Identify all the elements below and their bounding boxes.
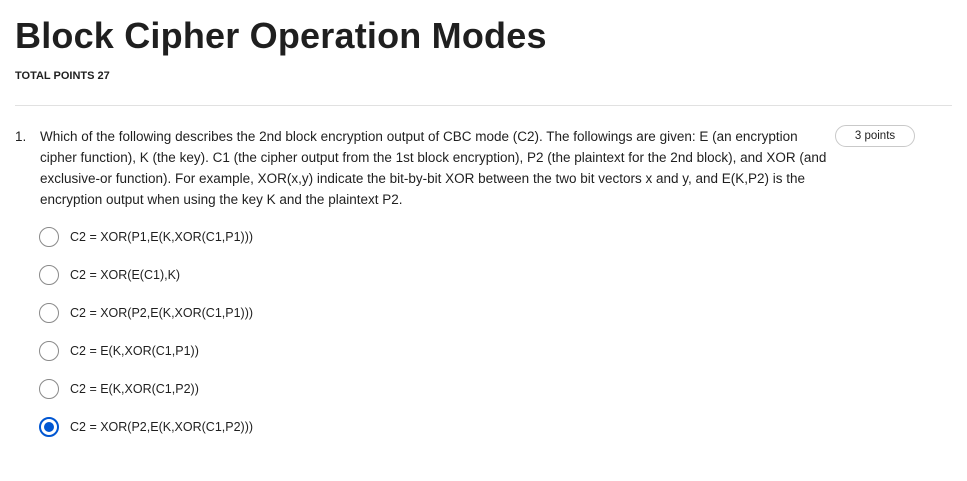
- radio-button[interactable]: [39, 265, 59, 285]
- radio-button[interactable]: [39, 417, 59, 437]
- option-label[interactable]: C2 = XOR(P2,E(K,XOR(C1,P2))): [70, 417, 253, 437]
- radio-button[interactable]: [39, 341, 59, 361]
- radio-button[interactable]: [39, 303, 59, 323]
- option-label[interactable]: C2 = E(K,XOR(C1,P2)): [70, 379, 199, 399]
- divider: [15, 105, 952, 106]
- option-label[interactable]: C2 = XOR(P1,E(K,XOR(C1,P1))): [70, 227, 253, 247]
- answer-options: C2 = XOR(P1,E(K,XOR(C1,P1))) C2 = XOR(E(…: [39, 227, 539, 455]
- question-number: 1.: [15, 129, 27, 144]
- total-points: TOTAL POINTS 27: [15, 70, 110, 82]
- option-label[interactable]: C2 = XOR(P2,E(K,XOR(C1,P1))): [70, 303, 253, 323]
- option-5[interactable]: C2 = E(K,XOR(C1,P2)): [39, 379, 539, 399]
- option-1[interactable]: C2 = XOR(P1,E(K,XOR(C1,P1))): [39, 227, 539, 247]
- option-label[interactable]: C2 = E(K,XOR(C1,P1)): [70, 341, 199, 361]
- option-3[interactable]: C2 = XOR(P2,E(K,XOR(C1,P1))): [39, 303, 539, 323]
- question-text: Which of the following describes the 2nd…: [40, 129, 827, 207]
- radio-button[interactable]: [39, 227, 59, 247]
- option-4[interactable]: C2 = E(K,XOR(C1,P1)): [39, 341, 539, 361]
- option-6[interactable]: C2 = XOR(P2,E(K,XOR(C1,P2))): [39, 417, 539, 437]
- option-2[interactable]: C2 = XOR(E(C1),K): [39, 265, 539, 285]
- page-title: Block Cipher Operation Modes: [15, 15, 547, 56]
- option-label[interactable]: C2 = XOR(E(C1),K): [70, 265, 180, 285]
- points-badge: 3 points: [835, 125, 915, 147]
- radio-button[interactable]: [39, 379, 59, 399]
